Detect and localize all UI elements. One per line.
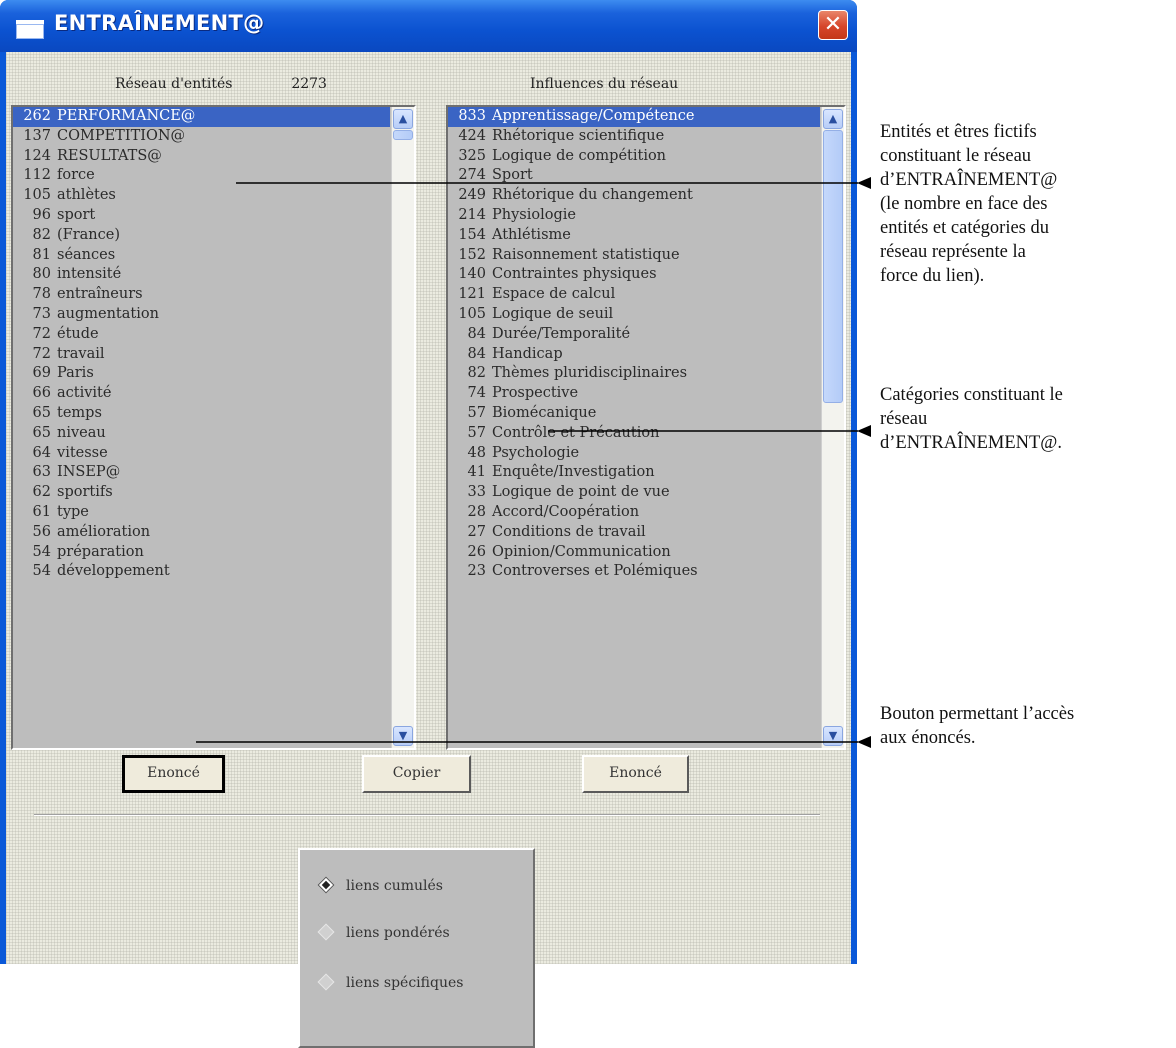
annotation-arrows xyxy=(196,177,871,748)
radio-label: liens spécifiques xyxy=(346,975,464,991)
radio-liens-specifiques[interactable]: liens spécifiques xyxy=(317,973,464,993)
radio-icon xyxy=(317,973,335,991)
